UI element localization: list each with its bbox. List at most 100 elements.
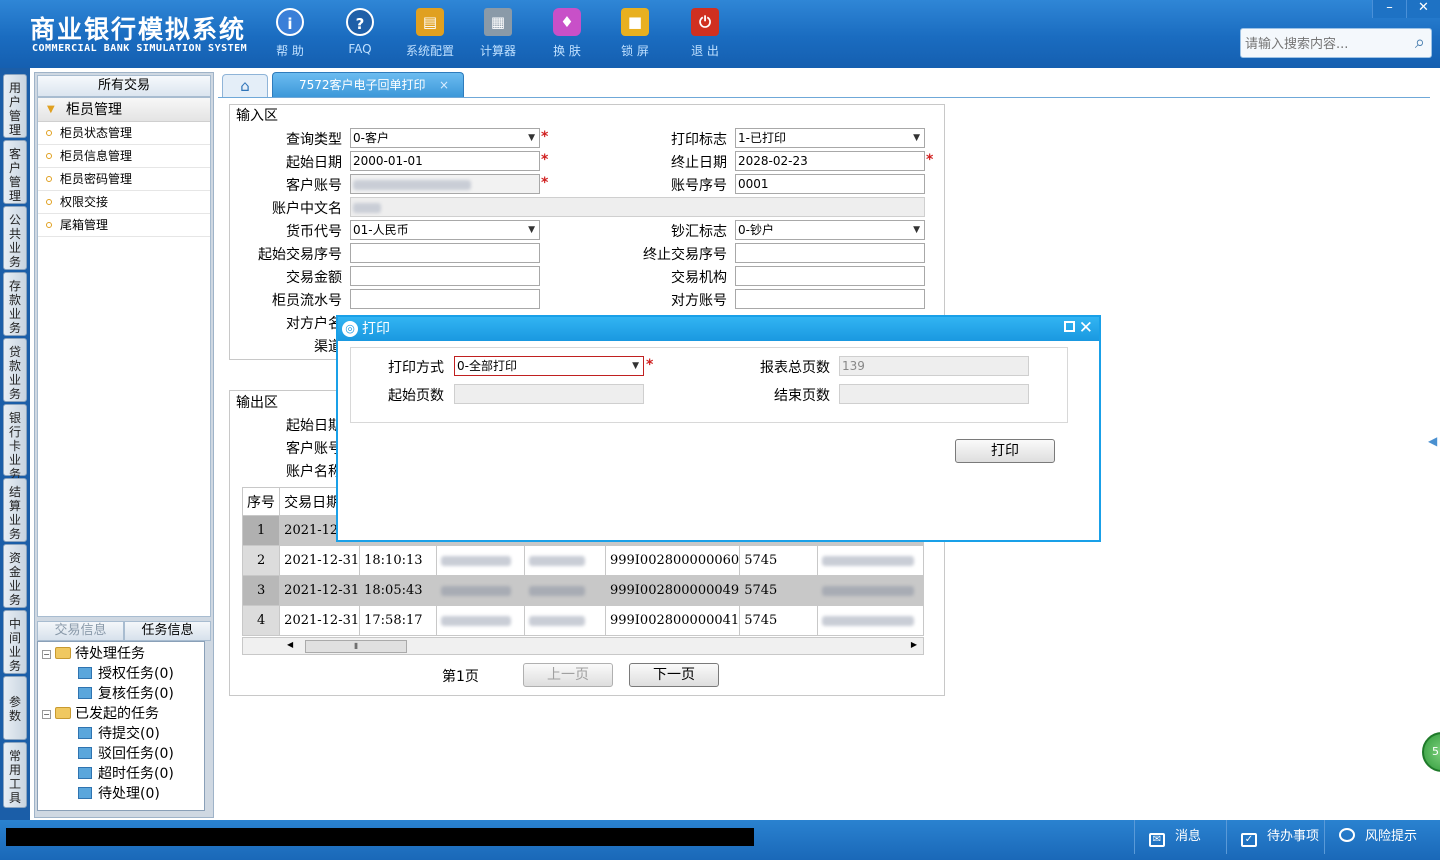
query-type-select[interactable]: 0-客户 ▼ — [350, 128, 540, 148]
checkbox-icon: ✓ — [1241, 833, 1257, 847]
print-flag-select[interactable]: 1-已打印 ▼ — [735, 128, 925, 148]
help-label: 帮 助 — [276, 44, 304, 58]
exit-button[interactable]: ⏻ 退 出 — [675, 8, 735, 59]
sidebar-item-permission-handover[interactable]: 权限交接 — [38, 191, 210, 214]
tree-node-to-process[interactable]: 待处理(0) — [38, 784, 204, 804]
tree-node-rejected[interactable]: 驳回任务(0) — [38, 744, 204, 764]
total-pages-field: 139 — [839, 356, 1029, 376]
close-window-button[interactable]: ✕ — [1406, 0, 1440, 18]
sidebar-group-teller[interactable]: ▼ 柜员管理 — [38, 98, 210, 122]
teller-seq-input[interactable] — [350, 289, 540, 309]
sidebar-item-teller-status[interactable]: 柜员状态管理 — [38, 122, 210, 145]
sidebar-item-label: 柜员状态管理 — [60, 126, 133, 140]
close-icon[interactable]: ✕ — [1079, 316, 1093, 340]
tree-node-pending[interactable]: − 待处理任务 — [38, 644, 204, 664]
triangle-down-icon: ▼ — [47, 104, 55, 115]
table-horizontal-scrollbar[interactable]: ◀ ⦀ ▶ — [242, 637, 924, 655]
module-tab-deposit[interactable]: 存款业务 — [3, 272, 27, 336]
tree-node-label: 复核任务(0) — [98, 686, 174, 702]
status-messages[interactable]: ✉ 消息 — [1134, 820, 1226, 854]
module-tab-public[interactable]: 公共业务 — [3, 206, 27, 270]
collapse-icon[interactable]: − — [42, 710, 51, 719]
print-dialog-titlebar[interactable]: ◎ 打印 ✕ — [338, 317, 1099, 341]
module-tab-customer[interactable]: 客户管理 — [3, 140, 27, 204]
prev-page-button[interactable]: 上一页 — [523, 663, 613, 687]
scroll-right-icon[interactable]: ▶ — [911, 640, 917, 649]
tree-node-to-submit[interactable]: 待提交(0) — [38, 724, 204, 744]
row-index: 3 — [241, 575, 281, 606]
module-tab-user[interactable]: 用户管理 — [3, 74, 27, 138]
app-subtitle: COMMERCIAL BANK SIMULATION SYSTEM — [32, 43, 248, 54]
floating-assistant-ball[interactable]: 51 — [1422, 732, 1440, 772]
end-txn-seq-input[interactable] — [735, 243, 925, 263]
tree-node-authorize[interactable]: 授权任务(0) — [38, 664, 204, 684]
module-tab-tools[interactable]: 常用工具 — [3, 742, 27, 808]
org-input[interactable] — [735, 266, 925, 286]
tab-home[interactable]: ⌂ — [222, 74, 268, 98]
cash-flag-select[interactable]: 0-钞户 ▼ — [735, 220, 925, 240]
amount-input[interactable] — [350, 266, 540, 286]
tab-task-info[interactable]: 任务信息 — [124, 621, 211, 641]
module-tab-settlement[interactable]: 结算业务 — [3, 478, 27, 542]
faq-button[interactable]: ? FAQ — [330, 8, 390, 56]
redacted-value — [441, 555, 512, 566]
print-button[interactable]: 打印 — [955, 439, 1055, 463]
status-risk[interactable]: 风险提示 — [1324, 820, 1440, 854]
sidebar-item-cashbox[interactable]: 尾箱管理 — [38, 214, 210, 237]
app-logo-icon: ◎ — [342, 321, 358, 337]
tab-divider — [218, 97, 1430, 98]
column-header-index[interactable]: 序号 — [241, 487, 281, 516]
start-txn-seq-input[interactable] — [350, 243, 540, 263]
account-input[interactable] — [350, 174, 540, 194]
sidebar-item-teller-password[interactable]: 柜员密码管理 — [38, 168, 210, 191]
redacted-value — [528, 615, 585, 626]
tab-transaction-info[interactable]: 交易信息 — [37, 621, 124, 641]
sidebar: 所有交易 ▼ 柜员管理 柜员状态管理 柜员信息管理 柜员密码管理 权限交接 尾箱… — [34, 72, 214, 818]
minimize-button[interactable]: – — [1372, 0, 1406, 18]
module-tab-loan[interactable]: 贷款业务 — [3, 338, 27, 402]
table-row[interactable]: 2 2021-12-31 18:10:13 999I002800000060 5… — [241, 545, 924, 576]
currency-value: 01-人民币 — [353, 223, 409, 237]
change-skin-button[interactable]: ♦ 换 肤 — [537, 8, 597, 59]
system-config-button[interactable]: ▤ 系统配置 — [400, 8, 460, 59]
label-output-account: 客户账号 — [286, 441, 342, 457]
calculator-button[interactable]: ▦ 计算器 — [468, 8, 528, 59]
label-print-flag: 打印标志 — [671, 132, 727, 148]
counter-account-input[interactable] — [735, 289, 925, 309]
required-mark: * — [646, 357, 654, 373]
tab-7572-receipt-print[interactable]: 7572客户电子回单打印 × — [272, 72, 464, 98]
lock-screen-button[interactable]: ■ 锁 屏 — [605, 8, 665, 59]
exit-label: 退 出 — [691, 44, 719, 58]
end-date-input[interactable]: 2028-02-23 — [735, 151, 925, 171]
bullet-icon — [46, 153, 52, 159]
module-tab-intermediate[interactable]: 中间业务 — [3, 610, 27, 674]
close-icon[interactable]: × — [439, 73, 449, 97]
print-mode-select[interactable]: 0-全部打印 ▼ — [454, 356, 644, 376]
table-row[interactable]: 4 2021-12-31 17:58:17 999I002800000041 5… — [241, 605, 924, 636]
table-row[interactable]: 3 2021-12-31 18:05:43 999I002800000049 5… — [241, 575, 924, 606]
expand-left-icon[interactable]: ◀ — [1428, 434, 1437, 448]
tree-node-review[interactable]: 复核任务(0) — [38, 684, 204, 704]
currency-select[interactable]: 01-人民币 ▼ — [350, 220, 540, 240]
main-tabbar: ⌂ 7572客户电子回单打印 × — [218, 72, 1440, 98]
module-tab-params[interactable]: 参数 — [3, 676, 27, 740]
help-button[interactable]: i 帮 助 — [260, 8, 320, 59]
search-input[interactable] — [1245, 34, 1405, 54]
module-tab-funds[interactable]: 资金业务 — [3, 544, 27, 608]
sidebar-header[interactable]: 所有交易 — [37, 75, 211, 97]
module-tab-card[interactable]: 银行卡业务 — [3, 404, 27, 481]
tree-node-timeout[interactable]: 超时任务(0) — [38, 764, 204, 784]
account-seq-input[interactable]: 0001 — [735, 174, 925, 194]
search-icon[interactable]: ⌕ — [1415, 32, 1425, 53]
scroll-left-icon[interactable]: ◀ — [287, 640, 293, 649]
row-redacted — [436, 545, 525, 576]
next-page-button[interactable]: 下一页 — [629, 663, 719, 687]
tree-node-initiated[interactable]: − 已发起的任务 — [38, 704, 204, 724]
scroll-thumb[interactable]: ⦀ — [305, 640, 407, 653]
status-todo[interactable]: ✓ 待办事项 — [1226, 820, 1324, 854]
start-date-input[interactable]: 2000-01-01 — [350, 151, 540, 171]
sidebar-item-teller-info[interactable]: 柜员信息管理 — [38, 145, 210, 168]
collapse-icon[interactable]: − — [42, 650, 51, 659]
label-channel: 渠道 — [314, 339, 342, 355]
maximize-icon[interactable] — [1064, 321, 1075, 332]
